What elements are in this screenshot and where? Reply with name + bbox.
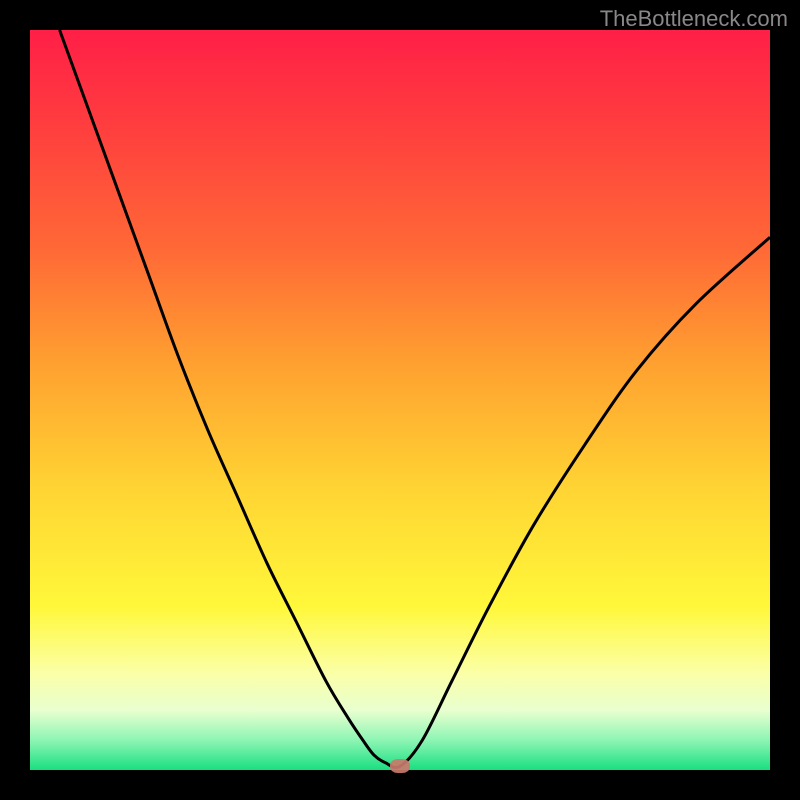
minimum-marker [390, 759, 410, 773]
chart-plot-area [30, 30, 770, 770]
watermark-text: TheBottleneck.com [600, 6, 788, 32]
bottleneck-curve [30, 30, 770, 770]
